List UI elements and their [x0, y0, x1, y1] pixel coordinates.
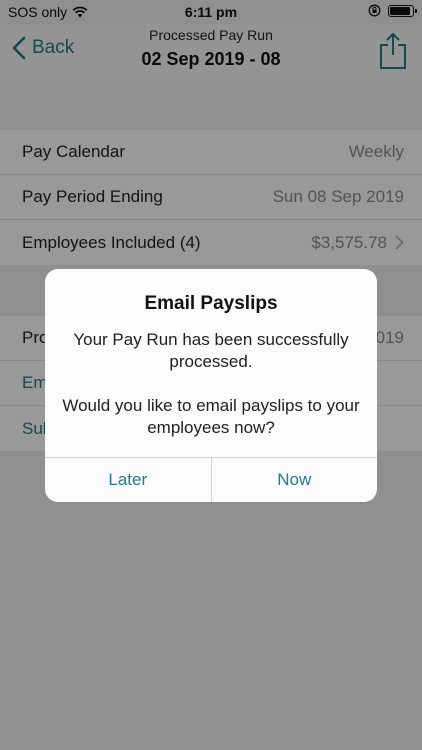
dialog-actions: Later Now [45, 457, 377, 502]
dialog-question: Would you like to email payslips to your… [62, 396, 360, 437]
now-button[interactable]: Now [210, 458, 378, 502]
later-button[interactable]: Later [45, 458, 211, 502]
dialog-message: Your Pay Run has been successfully proce… [73, 330, 349, 371]
email-payslips-dialog: Email Payslips Your Pay Run has been suc… [45, 269, 377, 502]
dialog-title: Email Payslips [144, 293, 278, 314]
